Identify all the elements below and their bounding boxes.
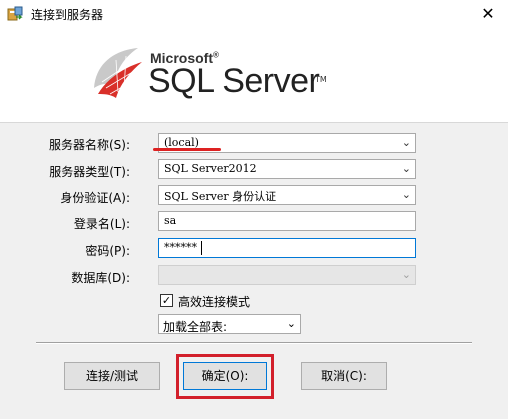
banner-separator bbox=[0, 122, 508, 123]
login-value: sa bbox=[164, 214, 177, 227]
cancel-button[interactable]: 取消(C): bbox=[301, 362, 387, 390]
divider-highlight bbox=[36, 343, 472, 344]
highlight-underline bbox=[153, 148, 221, 151]
auth-label: 身份验证(A): bbox=[60, 191, 130, 205]
database-label: 数据库(D): bbox=[71, 271, 130, 285]
fast-mode-checkbox[interactable]: ✓ bbox=[160, 294, 173, 307]
server-type-combo[interactable]: SQL Server2012 ⌄ bbox=[158, 159, 416, 179]
chevron-down-icon[interactable]: ⌄ bbox=[402, 186, 411, 204]
sql-server-logo-icon bbox=[94, 48, 142, 98]
chevron-down-icon: ⌄ bbox=[401, 268, 411, 281]
server-type-value: SQL Server2012 bbox=[164, 162, 257, 175]
password-value: ****** bbox=[164, 241, 197, 254]
login-label: 登录名(L): bbox=[73, 217, 130, 231]
load-tables-combo[interactable]: 加载全部表: ⌄ bbox=[158, 314, 301, 334]
server-name-label: 服务器名称(S): bbox=[48, 138, 130, 152]
load-tables-value: 加载全部表: bbox=[163, 320, 228, 334]
product-name: SQL Server bbox=[148, 62, 320, 100]
highlight-box bbox=[176, 354, 274, 399]
connect-test-button[interactable]: 连接/测试 bbox=[64, 362, 160, 390]
chevron-down-icon[interactable]: ⌄ bbox=[287, 315, 296, 333]
registered-mark: ® bbox=[213, 50, 219, 60]
auth-combo[interactable]: SQL Server 身份认证 ⌄ bbox=[158, 185, 416, 205]
server-type-label: 服务器类型(T): bbox=[49, 165, 130, 179]
trademark-mark: TM bbox=[315, 75, 327, 84]
auth-value: SQL Server 身份认证 bbox=[164, 190, 277, 203]
login-input[interactable]: sa bbox=[158, 211, 416, 231]
chevron-down-icon[interactable]: ⌄ bbox=[402, 134, 411, 152]
server-icon bbox=[7, 6, 23, 21]
sql-server-banner: Microsoft® SQL Server TM bbox=[0, 28, 508, 122]
close-button[interactable]: ✕ bbox=[468, 0, 508, 28]
fast-mode-label[interactable]: 高效连接模式 bbox=[178, 293, 250, 310]
close-icon: ✕ bbox=[481, 4, 495, 23]
chevron-down-icon[interactable]: ⌄ bbox=[402, 160, 411, 178]
password-input[interactable]: ****** bbox=[158, 238, 416, 258]
database-combo[interactable]: ⌄ bbox=[158, 265, 416, 285]
title-bar: 连接到服务器 ✕ bbox=[0, 0, 508, 28]
text-caret bbox=[201, 241, 202, 255]
password-label: 密码(P): bbox=[85, 244, 130, 258]
window-title: 连接到服务器 bbox=[31, 8, 104, 22]
checkmark-icon: ✓ bbox=[161, 294, 172, 307]
